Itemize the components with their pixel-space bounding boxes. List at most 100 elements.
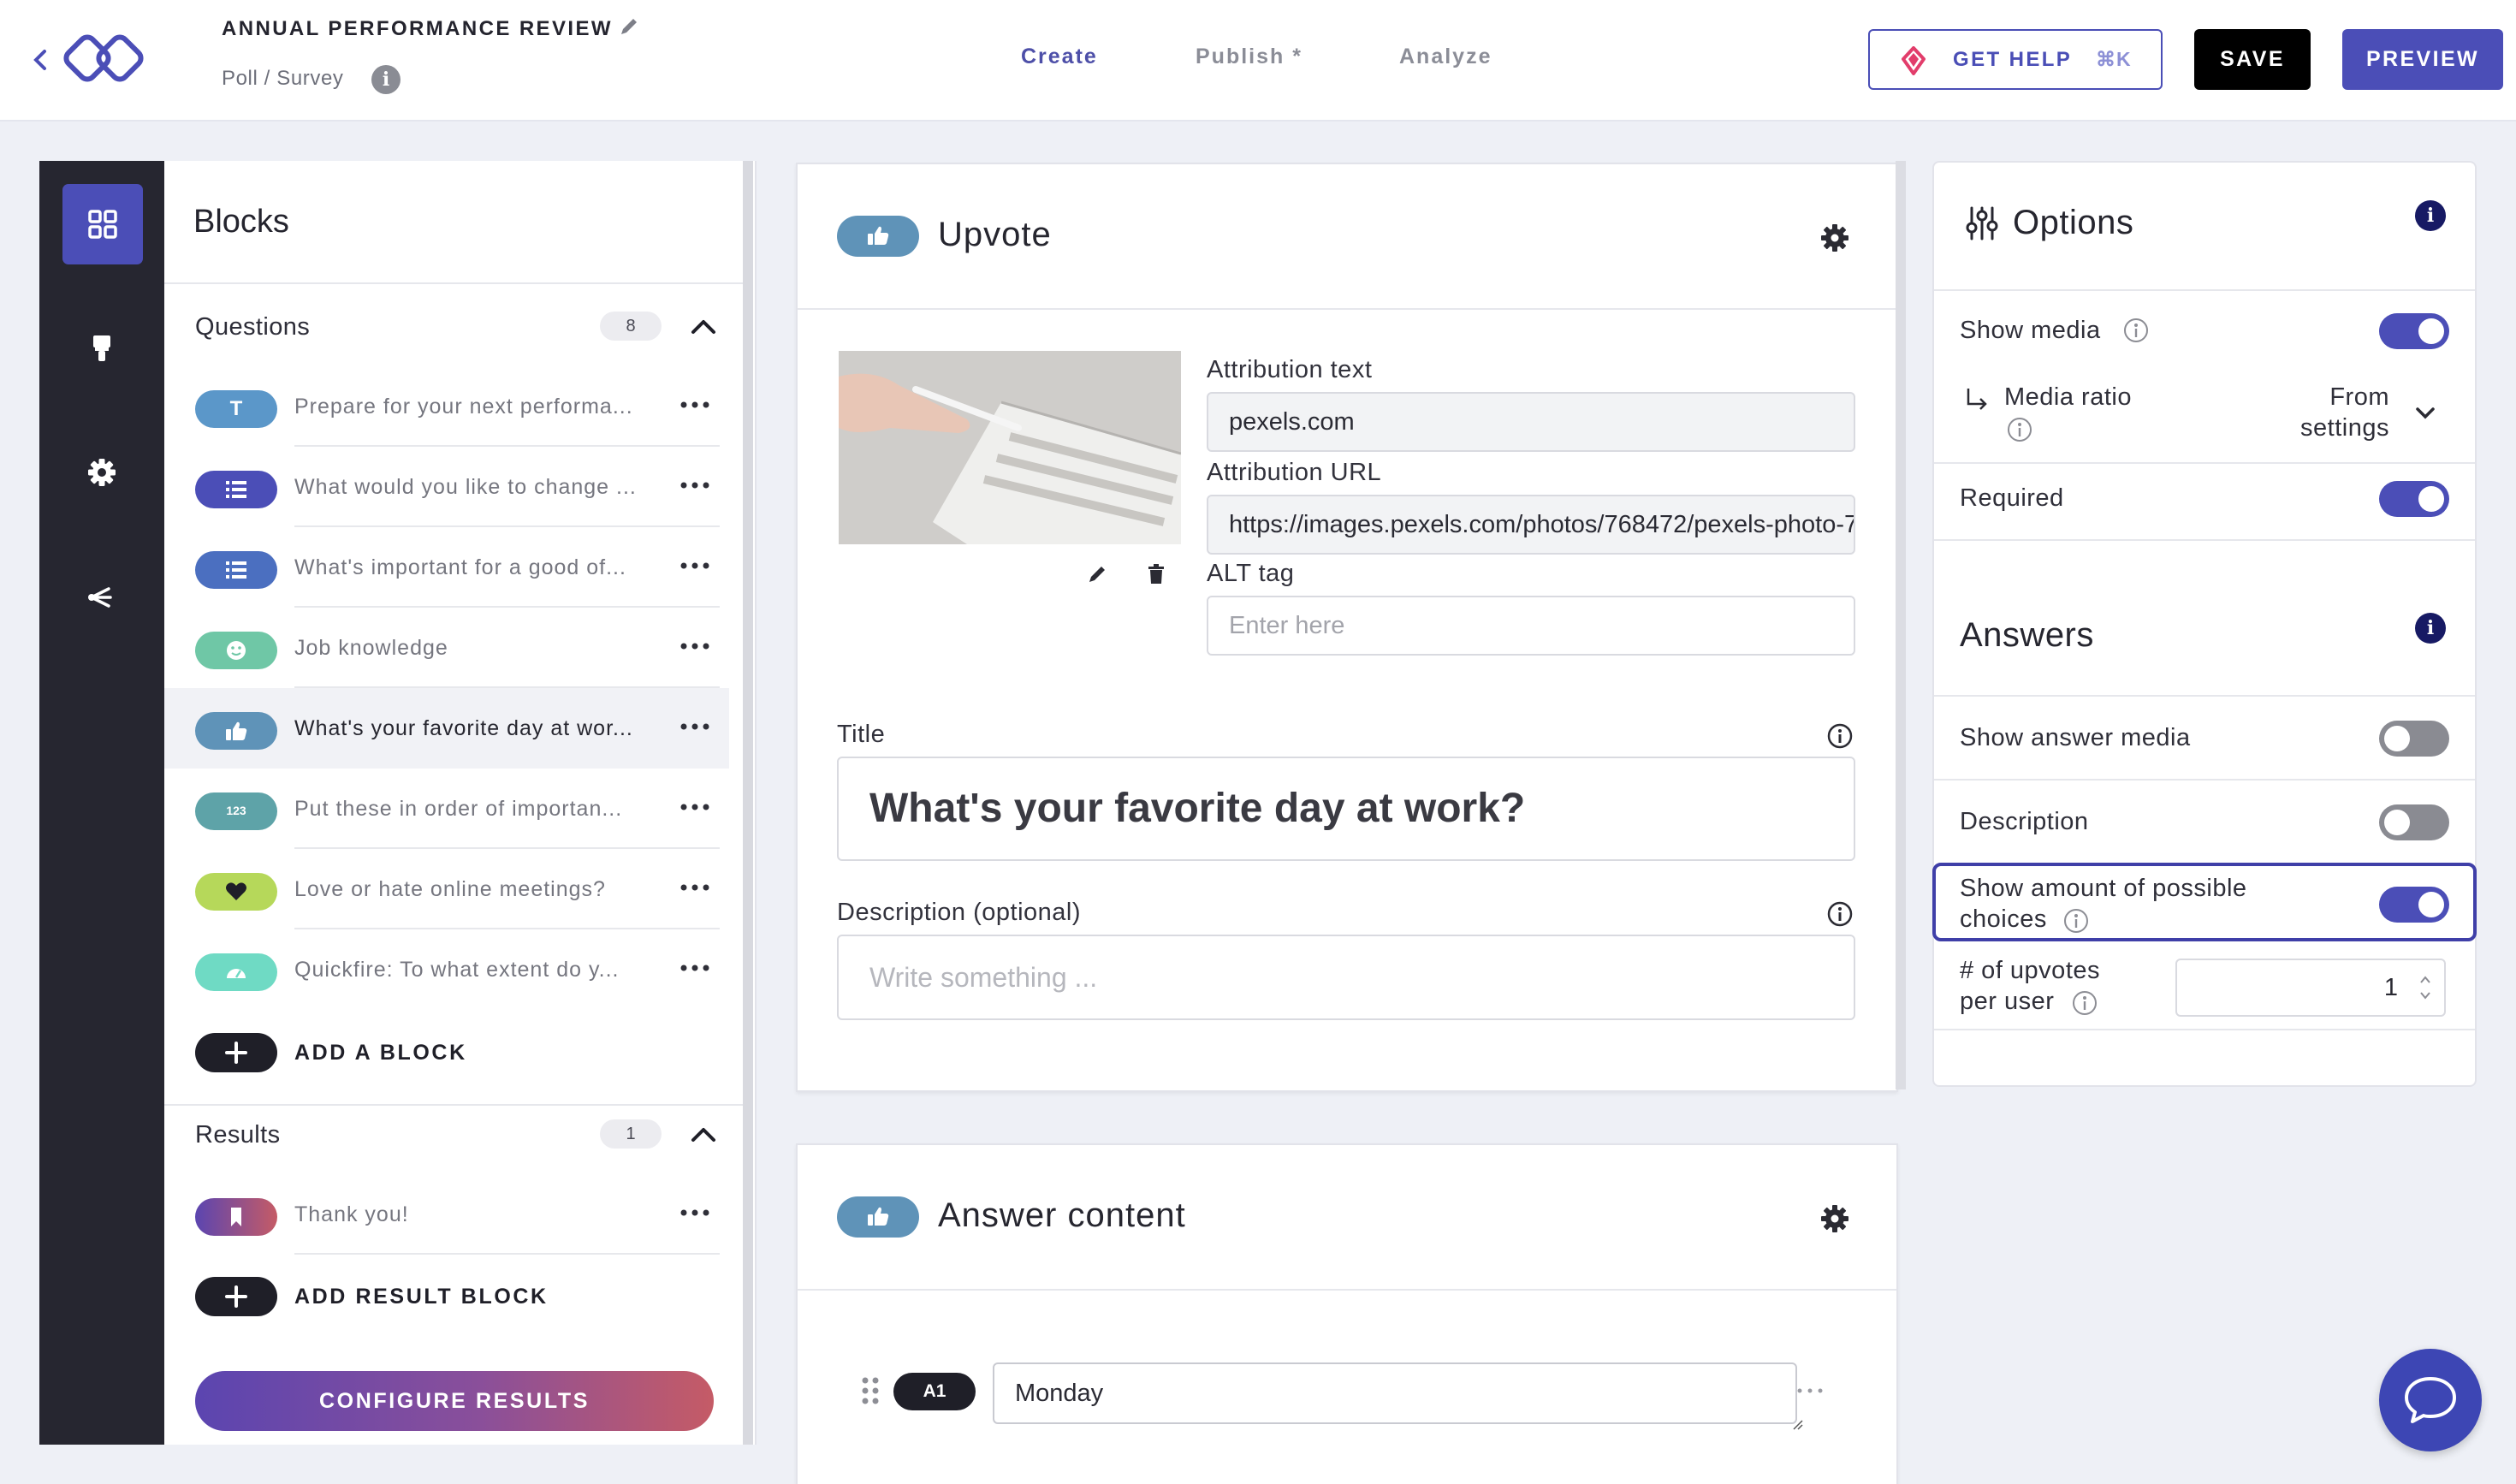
blocks-scrollbar[interactable] [743,161,753,1445]
answer-content-card: Answer content A1 Monday [796,1143,1898,1484]
tab-analyze[interactable]: Analyze [1399,45,1492,69]
survey-type-info-icon[interactable]: i [371,65,401,94]
media-ratio-info-icon[interactable] [2006,416,2033,443]
thumbs-up-icon [837,216,919,257]
media-ratio-label: Media ratio [2004,383,2132,411]
upvotes-per-user-input[interactable]: 1 [2175,959,2446,1017]
configure-results-button[interactable]: CONFIGURE RESULTS [195,1371,714,1431]
add-result-row[interactable]: ADD RESULT BLOCK [164,1256,729,1337]
required-label: Required [1960,484,2064,512]
more-options-icon[interactable] [678,875,712,900]
preview-button[interactable]: PREVIEW [2342,29,2503,90]
question-label: What's important for a good of... [294,555,626,579]
attribution-text-input[interactable]: pexels.com [1207,392,1855,452]
answers-info-icon[interactable]: i [2415,613,2446,644]
answer-more-options-icon[interactable] [1795,1385,1825,1397]
edit-title-pencil-icon[interactable] [618,15,640,39]
edit-image-pencil-icon[interactable] [1087,563,1109,585]
options-info-icon[interactable]: i [2415,200,2446,231]
blocks-rail-button[interactable] [62,184,143,264]
divider [1934,779,2475,781]
question-item[interactable]: What would you like to change ... [164,447,729,527]
alt-tag-input[interactable]: Enter here [1207,596,1855,656]
add-result-block-button[interactable] [195,1277,277,1316]
more-options-icon[interactable] [678,553,712,579]
add-block-row[interactable]: ADD A BLOCK [164,1012,729,1093]
upvote-block-card: Upvote Attribution text pexels.com Attri… [796,163,1898,1092]
options-panel: Options i Show media Media ratio From se… [1932,161,2477,1087]
chat-bubble-icon [2405,1377,2456,1423]
question-item[interactable]: T Prepare for your next performa... [164,366,729,447]
collapse-results-chevron-icon[interactable] [688,1125,719,1145]
paint-brush-icon[interactable] [78,324,126,371]
more-options-icon[interactable] [678,1200,712,1226]
save-button[interactable]: SAVE [2194,29,2311,90]
more-options-icon[interactable] [678,392,712,418]
settings-gear-icon[interactable] [78,448,126,496]
answers-title: Answers [1960,616,2094,654]
result-label: Thank you! [294,1202,409,1226]
tab-create[interactable]: Create [1021,45,1098,69]
add-block-button[interactable] [195,1033,277,1072]
app-logo[interactable] [58,26,154,94]
answer-settings-gear-icon[interactable] [1819,1203,1850,1234]
answer-input[interactable]: Monday [993,1362,1797,1424]
required-toggle[interactable] [2379,481,2449,517]
diamond-gem-icon [1902,46,1926,75]
more-options-icon[interactable] [678,794,712,820]
smiley-icon [195,632,277,669]
question-item-selected[interactable]: What's your favorite day at wor... [164,688,729,769]
question-item[interactable]: 123 Put these in order of importan... [164,769,729,849]
get-help-button[interactable]: GET HELP ⌘K [1868,29,2163,90]
upvotes-per-user-label-line2: per user [1960,988,2055,1015]
question-label: Prepare for your next performa... [294,395,633,418]
description-input[interactable]: Write something ... [837,935,1855,1020]
media-ratio-value-line1[interactable]: From [2276,382,2389,413]
media-ratio-value-line2[interactable]: settings [2242,413,2389,443]
attribution-url-input[interactable]: https://images.pexels.com/photos/768472/… [1207,495,1855,555]
block-settings-gear-icon[interactable] [1819,223,1850,253]
editor-scrollbar[interactable] [1896,161,1906,1089]
show-media-info-icon[interactable] [2122,317,2150,344]
divider [798,308,1896,310]
divider [1934,462,2475,464]
blocks-title: Blocks [193,204,289,240]
more-options-icon[interactable] [678,633,712,659]
add-block-label: ADD A BLOCK [294,1041,467,1065]
results-count-badge: 1 [600,1119,662,1149]
question-item[interactable]: Job knowledge [164,608,729,688]
attribution-url-label: Attribution URL [1207,459,1382,486]
media-ratio-dropdown-chevron-icon[interactable] [2413,404,2437,421]
upvotes-info-icon[interactable] [2071,989,2098,1017]
question-item[interactable]: Quickfire: To what extent do y... [164,929,729,1010]
question-item[interactable]: What's important for a good of... [164,527,729,608]
drag-handle-icon[interactable] [861,1376,880,1405]
description-info-icon[interactable] [1826,900,1854,928]
question-item[interactable]: Love or hate online meetings? [164,849,729,929]
left-icon-rail [39,161,164,1445]
collapse-questions-chevron-icon[interactable] [688,317,719,337]
chat-support-button[interactable] [2379,1349,2482,1451]
divider [164,282,743,284]
number-spinner-icon[interactable] [2417,969,2434,1006]
answer-tag: A1 [893,1373,976,1410]
alt-tag-label: ALT tag [1207,560,1295,587]
title-input[interactable]: What's your favorite day at work? [837,757,1855,861]
thumbs-up-icon [195,712,277,750]
delete-image-trash-icon[interactable] [1145,563,1167,585]
share-flow-icon[interactable] [78,573,126,621]
show-media-toggle[interactable] [2379,313,2449,349]
show-answer-media-toggle[interactable] [2379,721,2449,757]
title-info-icon[interactable] [1826,722,1854,750]
back-chevron-icon[interactable] [31,45,50,75]
tab-publish[interactable]: Publish * [1196,45,1303,69]
bookmark-icon [195,1198,277,1236]
description-toggle[interactable] [2379,804,2449,840]
show-media-label: Show media [1960,317,2101,344]
result-item[interactable]: Thank you! [164,1174,729,1255]
resize-grip-icon[interactable] [1792,1419,1804,1431]
more-options-icon[interactable] [678,714,712,739]
more-options-icon[interactable] [678,955,712,981]
more-options-icon[interactable] [678,472,712,498]
plus-icon [225,1285,247,1308]
